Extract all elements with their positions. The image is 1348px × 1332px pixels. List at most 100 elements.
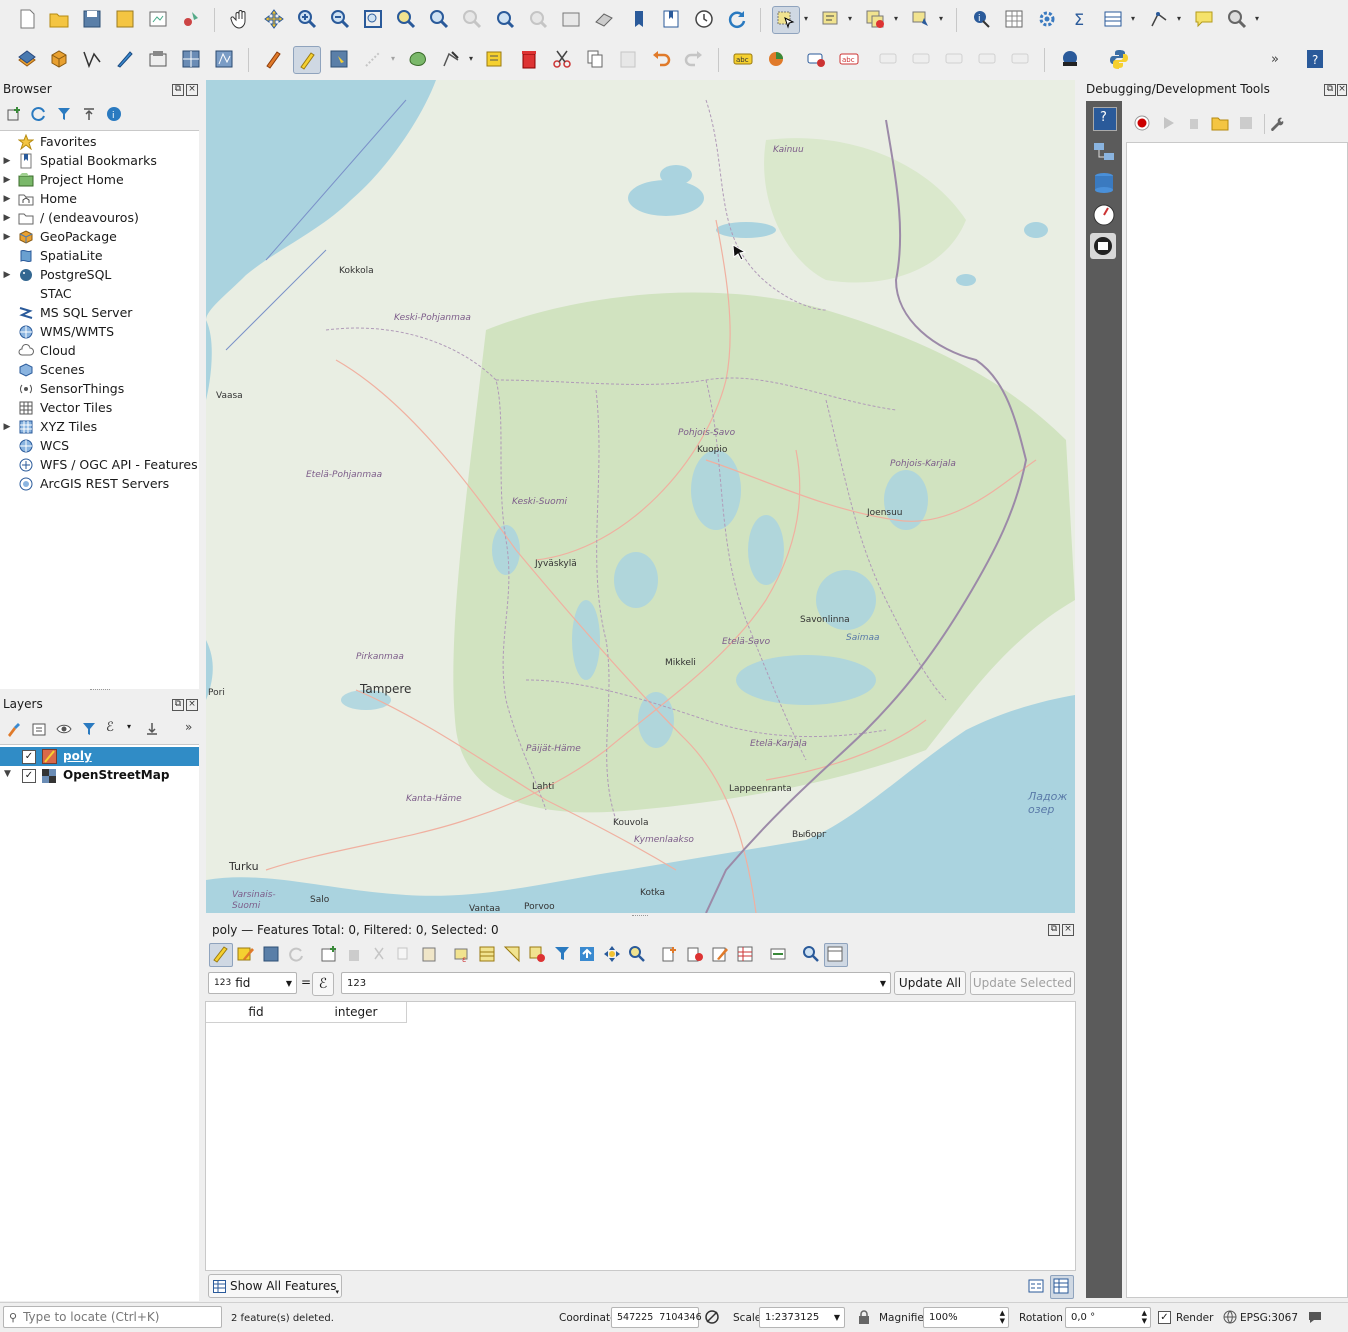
save-edits-icon[interactable]	[326, 46, 352, 72]
debug-close-icon[interactable]: ×	[1337, 84, 1347, 96]
cut-icon[interactable]	[370, 945, 388, 966]
reload-table-icon[interactable]	[287, 945, 305, 966]
expand-arrow-icon[interactable]: ▶	[0, 422, 14, 432]
layers-float-icon[interactable]: ⧉	[172, 699, 184, 711]
browser-item-scenes[interactable]: Scenes	[0, 360, 199, 379]
invert-selection-icon[interactable]	[503, 945, 521, 966]
actions-icon[interactable]	[769, 945, 787, 966]
layer-row-poly[interactable]: ✓ poly	[0, 747, 199, 766]
label-show-icon[interactable]	[909, 46, 935, 72]
new-field-icon[interactable]	[661, 945, 679, 966]
manage-visibility-icon[interactable]	[56, 721, 72, 740]
browser-item-wfs-ogc-api-features[interactable]: WFS / OGC API - Features	[0, 455, 199, 474]
pan-to-selected-icon[interactable]	[603, 945, 621, 966]
locator-icon[interactable]	[1224, 6, 1250, 32]
crs-label[interactable]: EPSG:3067	[1240, 1312, 1298, 1324]
browser-item-ms-sql-server[interactable]: MS SQL Server	[0, 303, 199, 322]
browser-item-cloud[interactable]: Cloud	[0, 341, 199, 360]
attr-float-icon[interactable]: ⧉	[1048, 924, 1060, 936]
field-calculator-icon[interactable]	[711, 945, 729, 966]
browser-item-sensorthings[interactable]: SensorThings	[0, 379, 199, 398]
column-header-integer[interactable]: integer	[306, 1002, 407, 1023]
measure-dropdown-icon[interactable]: ▾	[1177, 15, 1185, 23]
query-logger-icon[interactable]	[1092, 171, 1116, 198]
show-bookmarks-icon[interactable]	[658, 6, 684, 32]
expression-select-icon[interactable]: ε	[453, 945, 471, 966]
copy-features-icon[interactable]	[582, 46, 608, 72]
browser-item-spatial-bookmarks[interactable]: ▶ Spatial Bookmarks	[0, 151, 199, 170]
expand-arrow-icon[interactable]: ▼	[4, 769, 11, 779]
delete-selected-icon[interactable]	[516, 46, 542, 72]
new-3d-map-icon[interactable]	[591, 6, 617, 32]
deselect-icon[interactable]	[862, 6, 888, 32]
layer-checkbox[interactable]: ✓	[22, 769, 36, 783]
form-view-icon[interactable]	[1027, 1277, 1045, 1298]
data-source-manager-icon[interactable]	[14, 46, 40, 72]
open-project-icon[interactable]	[46, 6, 72, 32]
map-canvas[interactable]: Kainuu Kokkola Keski-Pohjanmaa Vaasa Poh…	[206, 80, 1075, 913]
browser-item-xyz-tiles[interactable]: ▶ XYZ Tiles	[0, 417, 199, 436]
messages-icon[interactable]	[1307, 1309, 1323, 1328]
modify-attributes-icon[interactable]	[482, 46, 508, 72]
wrench-icon[interactable]	[1269, 115, 1285, 134]
column-header-fid[interactable]: fid	[206, 1002, 307, 1023]
zoom-in-icon[interactable]	[294, 6, 320, 32]
zoom-to-selected-icon[interactable]	[628, 945, 646, 966]
plugin-icon[interactable]	[1057, 46, 1083, 72]
new-bookmark-icon[interactable]	[626, 6, 652, 32]
cut-features-icon[interactable]	[549, 46, 575, 72]
debug-help-icon[interactable]: ?	[1093, 107, 1117, 131]
lock-scale-icon[interactable]	[857, 1309, 871, 1328]
browser-item-vector-tiles[interactable]: Vector Tiles	[0, 398, 199, 417]
layer-row-openstreetmap[interactable]: ▼ ✓ OpenStreetMap	[0, 766, 199, 785]
browser-float-icon[interactable]: ⧉	[172, 84, 184, 96]
update-all-button[interactable]: Update All	[894, 971, 966, 995]
label-change-icon[interactable]	[1008, 46, 1034, 72]
locator-dropdown-icon[interactable]: ▾	[1255, 15, 1263, 23]
new-temporary-layer-icon[interactable]	[145, 46, 171, 72]
diagram-tool-icon[interactable]	[763, 46, 789, 72]
scale-combo[interactable]: 1:2373125 ▼	[759, 1307, 845, 1328]
new-virtual-layer-icon[interactable]	[178, 46, 204, 72]
label-tool-icon[interactable]: abc	[730, 46, 756, 72]
table-view-toggle-icon[interactable]	[1050, 1275, 1074, 1299]
filter-browser-icon[interactable]	[56, 106, 72, 125]
temporal-controller-icon[interactable]	[691, 6, 717, 32]
help-icon[interactable]: ?	[1302, 46, 1328, 72]
vertex-tool-icon[interactable]	[438, 46, 464, 72]
expand-arrow-icon[interactable]: ▶	[0, 213, 14, 223]
browser-item-home[interactable]: ▶ Home	[0, 189, 199, 208]
attribute-table-icon[interactable]	[1001, 6, 1027, 32]
select-by-expression-icon[interactable]	[818, 6, 844, 32]
show-all-features-button[interactable]: Show All Features ▾	[208, 1274, 342, 1298]
zoom-native-icon[interactable]	[459, 6, 485, 32]
style-manager-icon[interactable]	[178, 6, 204, 32]
open-field-calculator-icon[interactable]	[1100, 6, 1126, 32]
dock-table-icon[interactable]	[802, 945, 820, 966]
digitize-line-icon[interactable]	[360, 46, 386, 72]
zoom-full-icon[interactable]	[360, 6, 386, 32]
undo-icon[interactable]	[648, 46, 674, 72]
zoom-to-layer-icon[interactable]	[426, 6, 452, 32]
browser-item-spatialite[interactable]: SpatiaLite	[0, 246, 199, 265]
expression-dropdown-icon[interactable]: ▾	[127, 722, 131, 731]
new-shapefile-icon[interactable]	[79, 46, 105, 72]
collapse-all-icon[interactable]	[81, 106, 97, 125]
label-move-icon[interactable]	[942, 46, 968, 72]
expand-arrow-icon[interactable]: ▶	[0, 194, 14, 204]
save-edits-icon[interactable]	[262, 945, 280, 966]
paste-features-icon[interactable]	[615, 46, 641, 72]
filter-selected-icon[interactable]	[553, 945, 571, 966]
browser-item-stac[interactable]: STAC	[0, 284, 199, 303]
delete-field-icon[interactable]	[686, 945, 704, 966]
panel-splitter[interactable]	[90, 689, 110, 692]
filter-legend-icon[interactable]	[81, 721, 97, 740]
open-layer-styling-icon[interactable]	[6, 721, 22, 740]
layer-checkbox[interactable]: ✓	[22, 750, 36, 764]
add-group-icon[interactable]	[31, 721, 47, 740]
expand-arrow-icon[interactable]: ▶	[0, 156, 14, 166]
attribute-grid[interactable]: fid integer	[205, 1001, 1076, 1271]
digitize-icon[interactable]	[112, 46, 138, 72]
rotation-spinbox[interactable]: 0,0 ° ▲ ▼	[1065, 1307, 1151, 1328]
attr-close-icon[interactable]: ×	[1062, 924, 1074, 936]
